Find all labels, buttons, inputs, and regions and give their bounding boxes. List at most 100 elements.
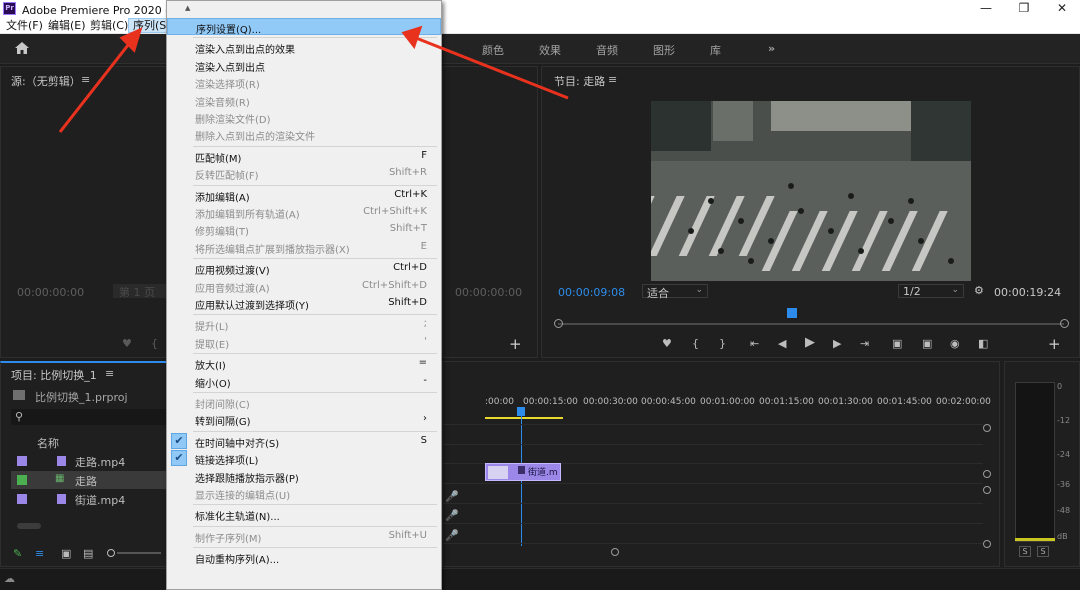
- menu-item[interactable]: 封闭间隙(C): [167, 394, 441, 411]
- menu-item[interactable]: 应用默认过渡到选择项(Y) Shift+D: [167, 295, 441, 312]
- cloud-icon[interactable]: ☁: [4, 572, 15, 585]
- workspace-effects[interactable]: 效果: [539, 42, 561, 58]
- step-forward-icon[interactable]: ▶: [833, 337, 841, 350]
- menu-item[interactable]: 渲染音频(R): [167, 92, 441, 109]
- menu-item[interactable]: 删除渲染文件(D): [167, 109, 441, 126]
- wrench-icon[interactable]: ⚙: [974, 284, 984, 297]
- microphone-icon[interactable]: 🎤: [445, 529, 459, 542]
- program-playhead[interactable]: [787, 308, 797, 318]
- list-item[interactable]: 走路.mp4: [11, 452, 169, 470]
- step-back-icon[interactable]: ◀: [778, 337, 786, 350]
- microphone-icon[interactable]: 🎤: [445, 509, 459, 522]
- play-icon[interactable]: ▶: [805, 335, 815, 350]
- project-scrollbar[interactable]: [17, 523, 41, 529]
- menu-item[interactable]: ✔ 在时间轴中对齐(S) S: [167, 432, 441, 450]
- menu-item[interactable]: 渲染选择项(R): [167, 74, 441, 91]
- menu-item[interactable]: 添加编辑(A) Ctrl+K: [167, 187, 441, 204]
- menu-item[interactable]: 修剪编辑(T) Shift+T: [167, 221, 441, 238]
- menu-item[interactable]: 提取(E) ': [167, 334, 441, 351]
- workspace-audio[interactable]: 音频: [596, 42, 618, 58]
- menu-item[interactable]: 匹配帧(M) F: [167, 148, 441, 165]
- camera-icon[interactable]: ◉: [950, 337, 960, 350]
- timeline-clip[interactable]: 街道.m: [485, 463, 561, 481]
- go-to-out-icon[interactable]: ⇥: [860, 337, 869, 350]
- minimize-icon[interactable]: —: [968, 0, 1004, 17]
- go-to-in-icon[interactable]: ⇤: [750, 337, 759, 350]
- close-icon[interactable]: ✕: [1044, 0, 1080, 17]
- solo-right-button[interactable]: S: [1037, 546, 1049, 557]
- source-add-button[interactable]: +: [509, 335, 522, 353]
- workspace-libraries[interactable]: 库: [710, 42, 721, 58]
- menu-item[interactable]: 转到间隔(G) ›: [167, 411, 441, 428]
- horizontal-scroll-handle[interactable]: [611, 548, 619, 556]
- list-item[interactable]: ▦ 走路: [11, 471, 169, 489]
- menu-item[interactable]: 自动重构序列(A)...: [167, 549, 441, 566]
- microphone-icon[interactable]: 🎤: [445, 490, 459, 503]
- menu-item[interactable]: 渲染入点到出点: [167, 57, 441, 74]
- freeform-view-icon[interactable]: ▤: [83, 547, 93, 560]
- pencil-icon[interactable]: ✎: [13, 547, 22, 560]
- panel-menu-icon[interactable]: ≡: [608, 73, 617, 86]
- menu-item[interactable]: 放大(I) =: [167, 355, 441, 372]
- menu-item[interactable]: 标准化主轨道(N)...: [167, 506, 441, 523]
- vertical-scroll-handle[interactable]: [983, 424, 991, 432]
- menu-item[interactable]: 提升(L);: [167, 316, 441, 333]
- extract-icon[interactable]: ▣: [922, 337, 932, 350]
- scrub-end-handle[interactable]: [1060, 319, 1069, 328]
- menu-item[interactable]: 应用音频过渡(A) Ctrl+Shift+D: [167, 278, 441, 295]
- timeline-playhead-handle[interactable]: [517, 407, 525, 416]
- source-timecode[interactable]: 00:00:00:00: [17, 286, 84, 299]
- menu-item[interactable]: 制作子序列(M) Shift+U: [167, 528, 441, 545]
- zoom-slider[interactable]: [117, 552, 161, 554]
- menu-file[interactable]: 文件(F): [2, 18, 47, 33]
- menu-item[interactable]: ✔ 链接选择项(L): [167, 450, 441, 467]
- column-name-header[interactable]: 名称: [37, 435, 59, 451]
- scrub-start-handle[interactable]: [554, 319, 563, 328]
- vertical-scroll-handle[interactable]: [983, 540, 991, 548]
- menu-item[interactable]: 应用视频过渡(V) Ctrl+D: [167, 260, 441, 277]
- mark-in-icon[interactable]: {: [692, 337, 699, 350]
- program-panel-title[interactable]: 节目: 走路: [554, 73, 605, 89]
- menu-item[interactable]: 将所选编辑点扩展到播放指示器(X) E: [167, 239, 441, 256]
- workspaces-more-icon[interactable]: »: [768, 42, 775, 55]
- panel-menu-icon[interactable]: ≡: [81, 73, 90, 86]
- home-icon[interactable]: [14, 41, 30, 55]
- vertical-scroll-handle[interactable]: [983, 486, 991, 494]
- menu-item[interactable]: 缩小(O) -: [167, 373, 441, 390]
- menu-item[interactable]: 添加编辑到所有轨道(A) Ctrl+Shift+K: [167, 204, 441, 221]
- menu-clip[interactable]: 剪辑(C): [86, 18, 132, 33]
- menu-item[interactable]: 反转匹配帧(F) Shift+R: [167, 165, 441, 182]
- zoom-slider-handle[interactable]: [107, 549, 115, 557]
- lift-icon[interactable]: ▣: [892, 337, 902, 350]
- menu-item[interactable]: 显示连接的编辑点(U): [167, 485, 441, 502]
- program-resolution-select[interactable]: 1/2 ⌄: [898, 284, 964, 298]
- project-search-input[interactable]: ⚲: [11, 409, 169, 425]
- panel-menu-icon[interactable]: ≡: [105, 367, 114, 380]
- source-marker-icon[interactable]: ♥: [122, 337, 132, 350]
- program-scrub-bar[interactable]: [558, 323, 1064, 325]
- menu-item[interactable]: 渲染入点到出点的效果: [167, 39, 441, 56]
- project-panel-title[interactable]: 项目: 比例切换_1: [11, 367, 97, 383]
- add-marker-icon[interactable]: ♥: [662, 337, 672, 350]
- program-add-button[interactable]: +: [1048, 335, 1061, 353]
- vertical-scroll-handle[interactable]: [983, 470, 991, 478]
- menu-item[interactable]: 删除入点到出点的渲染文件: [167, 126, 441, 143]
- menu-item[interactable]: 选择跟随播放指示器(P): [167, 468, 441, 485]
- mark-out-icon[interactable]: }: [719, 337, 726, 350]
- icon-view-icon[interactable]: ▣: [61, 547, 71, 560]
- compare-view-icon[interactable]: ◧: [978, 337, 988, 350]
- menu-scroll-up-icon[interactable]: ▲: [185, 4, 190, 12]
- program-zoom-select[interactable]: 适合 ⌄: [642, 284, 708, 300]
- solo-left-button[interactable]: S: [1019, 546, 1031, 557]
- restore-icon[interactable]: ❐: [1006, 0, 1042, 17]
- workspace-color[interactable]: 颜色: [482, 42, 504, 58]
- work-area-bar[interactable]: [485, 417, 563, 419]
- menu-item[interactable]: 序列设置(Q)...: [167, 18, 441, 36]
- workspace-graphics[interactable]: 图形: [653, 42, 675, 58]
- source-panel-title[interactable]: 源:（无剪辑）: [11, 73, 81, 89]
- menu-edit[interactable]: 编辑(E): [44, 18, 90, 33]
- program-timecode[interactable]: 00:00:09:08: [558, 286, 625, 299]
- source-page-select[interactable]: 第 1 页: [113, 284, 169, 299]
- list-view-icon[interactable]: ≡: [35, 547, 44, 560]
- list-item[interactable]: 街道.mp4: [11, 490, 169, 508]
